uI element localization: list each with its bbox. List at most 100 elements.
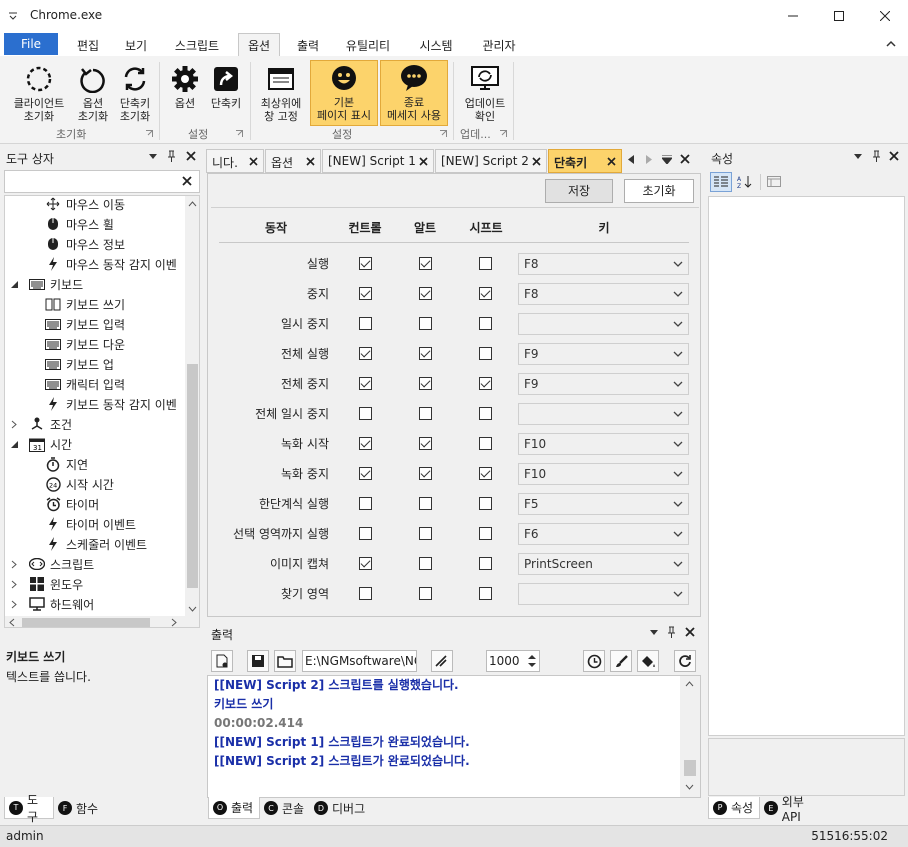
clear-search-icon[interactable]: [182, 176, 192, 186]
expand-down-icon[interactable]: [11, 280, 21, 288]
close-document-icon[interactable]: [680, 154, 690, 164]
tree-item[interactable]: 키보드: [11, 274, 83, 294]
refresh-button[interactable]: [674, 650, 696, 672]
shift-checkbox[interactable]: [479, 587, 492, 600]
close-icon[interactable]: [889, 151, 899, 161]
alt-checkbox[interactable]: [419, 527, 432, 540]
tab-script-1[interactable]: [NEW] Script 1: [322, 149, 434, 173]
dialog-launcher-icon[interactable]: [236, 130, 243, 137]
tab-scroll-right-icon[interactable]: [646, 155, 652, 164]
tab-toolbox[interactable]: T 도구: [4, 793, 54, 824]
alt-checkbox[interactable]: [419, 467, 432, 480]
shift-checkbox[interactable]: [479, 257, 492, 270]
alt-checkbox[interactable]: [419, 347, 432, 360]
tree-item[interactable]: 윈도우: [11, 574, 83, 594]
key-select[interactable]: [518, 583, 689, 605]
tab-console[interactable]: C 콘솔: [260, 797, 310, 819]
ctrl-checkbox[interactable]: [359, 527, 372, 540]
menu-view[interactable]: 보기: [115, 35, 157, 56]
shift-checkbox[interactable]: [479, 407, 492, 420]
time-button[interactable]: [583, 650, 605, 672]
tab-list-icon[interactable]: [662, 155, 672, 164]
menu-script[interactable]: 스크립트: [165, 35, 229, 56]
dropdown-icon[interactable]: [854, 154, 862, 159]
tree-item[interactable]: 타이머 이벤트: [45, 514, 136, 534]
tab-truncated[interactable]: 니다.: [206, 149, 264, 173]
key-select[interactable]: F6: [518, 523, 689, 545]
default-page-button[interactable]: 기본 페이지 표시: [310, 60, 378, 126]
tab-properties[interactable]: P 속성: [708, 797, 760, 819]
key-select[interactable]: F10: [518, 463, 689, 485]
alt-checkbox[interactable]: [419, 557, 432, 570]
options-button[interactable]: 옵션: [166, 62, 204, 124]
reset-button[interactable]: 초기화: [624, 179, 694, 203]
minimize-button[interactable]: [770, 0, 816, 32]
tree-item[interactable]: 스케줄러 이벤트: [45, 534, 147, 554]
scroll-thumb[interactable]: [684, 760, 696, 776]
dialog-launcher-icon[interactable]: [146, 130, 153, 137]
dialog-launcher-icon[interactable]: [500, 130, 507, 137]
tab-external-api[interactable]: E 외부 API: [760, 795, 830, 824]
menu-utility[interactable]: 유틸리티: [336, 35, 400, 56]
shift-checkbox[interactable]: [479, 287, 492, 300]
shift-checkbox[interactable]: [479, 377, 492, 390]
brush-button[interactable]: [610, 650, 632, 672]
key-select[interactable]: F9: [518, 343, 689, 365]
open-folder-button[interactable]: [274, 650, 296, 672]
topmost-button[interactable]: 최상위에 창 고정: [254, 62, 308, 124]
shift-checkbox[interactable]: [479, 437, 492, 450]
key-select[interactable]: PrintScreen: [518, 553, 689, 575]
tree-vertical-scrollbar[interactable]: [185, 196, 199, 616]
alt-checkbox[interactable]: [419, 317, 432, 330]
update-button[interactable]: 업데이트 확인: [458, 62, 512, 124]
key-select[interactable]: F10: [518, 433, 689, 455]
tree-item[interactable]: 마우스 정보: [45, 234, 125, 254]
output-scrollbar[interactable]: [680, 676, 700, 797]
dropdown-icon[interactable]: [650, 630, 658, 635]
expand-down-icon[interactable]: [11, 440, 21, 448]
key-select[interactable]: F5: [518, 493, 689, 515]
tab-output[interactable]: O 출력: [208, 797, 260, 819]
shift-checkbox[interactable]: [479, 527, 492, 540]
alt-checkbox[interactable]: [419, 497, 432, 510]
save-output-button[interactable]: [247, 650, 269, 672]
tree-item[interactable]: 캐릭터 입력: [45, 374, 125, 394]
menu-system[interactable]: 시스템: [410, 35, 462, 56]
tab-scroll-left-icon[interactable]: [628, 155, 634, 164]
expand-right-icon[interactable]: [11, 420, 21, 429]
expand-right-icon[interactable]: [11, 560, 21, 569]
shift-checkbox[interactable]: [479, 347, 492, 360]
alt-checkbox[interactable]: [419, 407, 432, 420]
alt-checkbox[interactable]: [419, 587, 432, 600]
tree-item[interactable]: 타이머: [45, 494, 99, 514]
key-select[interactable]: F8: [518, 253, 689, 275]
client-reset-button[interactable]: 클라이언트 초기화: [6, 62, 72, 124]
delay-spinner[interactable]: 1000: [486, 650, 540, 672]
tree-item[interactable]: 마우스 동작 감지 이벤: [45, 254, 177, 274]
key-select[interactable]: F9: [518, 373, 689, 395]
menu-admin[interactable]: 관리자: [472, 35, 526, 56]
alt-checkbox[interactable]: [419, 377, 432, 390]
key-select[interactable]: F8: [518, 283, 689, 305]
ctrl-checkbox[interactable]: [359, 497, 372, 510]
ctrl-checkbox[interactable]: [359, 557, 372, 570]
key-select[interactable]: [518, 403, 689, 425]
tree-horizontal-scrollbar[interactable]: [5, 616, 199, 627]
clear-output-button[interactable]: [431, 650, 453, 672]
system-menu-icon[interactable]: [8, 10, 18, 20]
tree-item[interactable]: 조건: [11, 414, 72, 434]
tree-item[interactable]: 31 시간: [11, 434, 72, 454]
menu-file[interactable]: File: [4, 33, 58, 55]
menu-options[interactable]: 옵션: [238, 33, 280, 57]
categorized-view-button[interactable]: [710, 172, 732, 192]
tree-item[interactable]: 24 시작 시간: [45, 474, 114, 494]
dropdown-icon[interactable]: [149, 154, 157, 159]
toolbox-search-input[interactable]: [7, 173, 175, 190]
hotkey-reset-button[interactable]: 단축키 초기화: [114, 62, 156, 124]
tree-item[interactable]: 키보드 입력: [45, 314, 125, 334]
ctrl-checkbox[interactable]: [359, 287, 372, 300]
tree-item[interactable]: 하드웨어: [11, 594, 94, 614]
ctrl-checkbox[interactable]: [359, 317, 372, 330]
new-file-button[interactable]: [211, 650, 233, 672]
tree-item[interactable]: 마우스 휠: [45, 214, 114, 234]
